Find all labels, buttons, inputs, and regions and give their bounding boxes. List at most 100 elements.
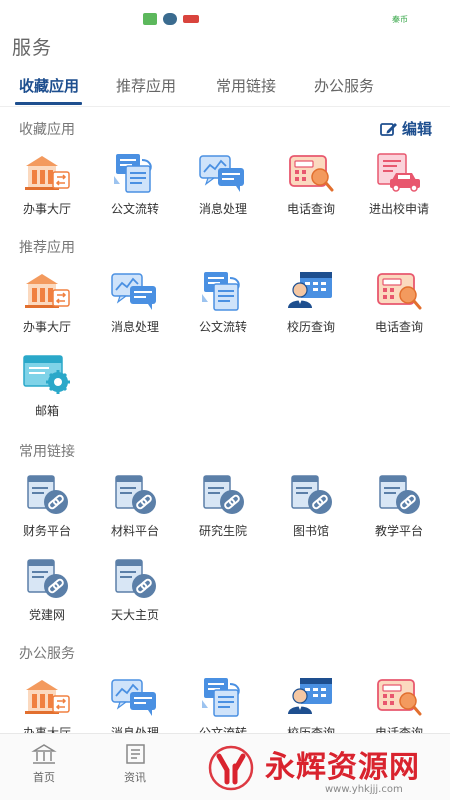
office-item[interactable]: 公文流转 — [179, 674, 267, 733]
document-flow-icon — [202, 272, 240, 311]
links-item[interactable]: 党建网 — [3, 556, 91, 623]
status-icons — [143, 13, 199, 25]
links-item[interactable]: 财务平台 — [3, 472, 91, 539]
building-icon — [25, 680, 70, 714]
favorites-item-label: 电话查询 — [286, 202, 335, 216]
link-doc-icon — [203, 475, 244, 514]
nav-news[interactable]: 资讯 — [105, 742, 165, 785]
nav-news-label: 资讯 — [124, 771, 146, 784]
recommended-item-label: 公文流转 — [198, 320, 247, 334]
recommended-item[interactable]: 公文流转 — [179, 268, 267, 335]
office-item[interactable]: 办事大厅 — [3, 674, 91, 733]
link-doc-icon — [27, 559, 68, 598]
office-item-label: 校历查询 — [286, 726, 335, 733]
favorites-item[interactable]: 消息处理 — [179, 150, 267, 217]
recommended-item[interactable]: 办事大厅 — [3, 268, 91, 335]
office-item-label: 公文流转 — [198, 726, 247, 733]
favorites-item-label: 办事大厅 — [22, 202, 71, 216]
recommended-item-label: 办事大厅 — [22, 320, 71, 334]
home-bank-icon — [31, 744, 57, 764]
tab-links[interactable]: 常用链接 — [216, 75, 276, 96]
edit-icon — [380, 122, 397, 136]
page-title: 服务 — [12, 37, 53, 59]
link-doc-icon — [115, 475, 156, 514]
status-text: 秦币 — [392, 15, 408, 24]
favorites-item-label: 消息处理 — [198, 202, 247, 216]
phone-search-icon — [377, 679, 422, 716]
links-item[interactable]: 研究生院 — [179, 472, 267, 539]
watermark-url: www.yhkjjj.com — [325, 784, 403, 795]
links-item[interactable]: 天大主页 — [91, 556, 179, 623]
building-icon — [25, 274, 70, 308]
tab-favorites[interactable]: 收藏应用 — [19, 75, 79, 96]
calendar-person-icon — [288, 678, 332, 714]
phone-search-icon — [377, 273, 422, 310]
car-pass-icon — [377, 153, 420, 192]
favorites-item-label: 公文流转 — [110, 202, 159, 216]
section-title-links: 常用链接 — [19, 444, 75, 460]
office-item-label: 办事大厅 — [22, 726, 71, 733]
recommended-item-label: 校历查询 — [286, 320, 335, 334]
links-item-label: 党建网 — [28, 608, 65, 622]
nav-home[interactable]: 首页 — [14, 742, 74, 785]
office-item[interactable]: 电话查询 — [355, 674, 443, 733]
wechat-icon — [143, 13, 157, 25]
links-item-label: 图书馆 — [292, 524, 329, 538]
links-item[interactable]: 教学平台 — [355, 472, 443, 539]
office-item[interactable]: 校历查询 — [267, 674, 355, 733]
favorites-item[interactable]: 公文流转 — [91, 150, 179, 217]
links-item-label: 天大主页 — [110, 608, 159, 622]
links-item-label: 研究生院 — [198, 524, 247, 538]
link-doc-icon — [379, 475, 420, 514]
links-item[interactable]: 图书馆 — [267, 472, 355, 539]
nav-home-label: 首页 — [33, 771, 55, 784]
watermark: 永辉资源网 www.yhkjjj.com — [205, 738, 450, 800]
message-icon — [199, 155, 244, 192]
section-title-office: 办公服务 — [19, 646, 75, 662]
active-tab-indicator — [15, 102, 82, 105]
recommended-item[interactable]: 电话查询 — [355, 268, 443, 335]
recommended-item-label: 电话查询 — [374, 320, 423, 334]
link-doc-icon — [27, 475, 68, 514]
office-item-label: 消息处理 — [110, 726, 159, 733]
links-item-label: 财务平台 — [22, 524, 71, 538]
message-icon — [111, 679, 156, 716]
building-icon — [25, 156, 70, 190]
notification-icon — [183, 15, 199, 23]
links-item-label: 教学平台 — [374, 524, 423, 538]
favorites-item[interactable]: 电话查询 — [267, 150, 355, 217]
status-bar: 秦币 — [0, 0, 450, 32]
edit-label: 编辑 — [401, 120, 432, 138]
favorites-item-label: 进出校申请 — [368, 202, 429, 216]
document-flow-icon — [202, 678, 240, 717]
mail-settings-icon — [23, 355, 70, 394]
office-item[interactable]: 消息处理 — [91, 674, 179, 733]
service-content[interactable]: 收藏应用 编辑 办事大厅 公文流转 消息处理 电话查询 进出校申请 推荐应用 办… — [0, 107, 450, 733]
watermark-logo — [208, 745, 254, 791]
section-title-recommended: 推荐应用 — [19, 240, 75, 256]
news-icon — [126, 744, 145, 764]
tab-office[interactable]: 办公服务 — [314, 75, 374, 96]
tab-recommended[interactable]: 推荐应用 — [116, 75, 176, 96]
recommended-item[interactable]: 消息处理 — [91, 268, 179, 335]
message-icon — [111, 273, 156, 310]
links-item-label: 材料平台 — [110, 524, 159, 538]
section-title-favorites: 收藏应用 — [19, 122, 75, 138]
favorites-item[interactable]: 办事大厅 — [3, 150, 91, 217]
links-item[interactable]: 材料平台 — [91, 472, 179, 539]
watermark-text: 永辉资源网 — [265, 750, 420, 785]
link-doc-icon — [115, 559, 156, 598]
tab-bar: 收藏应用 推荐应用 常用链接 办公服务 — [0, 70, 450, 105]
favorites-item[interactable]: 进出校申请 — [355, 150, 443, 217]
link-doc-icon — [291, 475, 332, 514]
app-icon — [163, 13, 177, 25]
edit-button[interactable]: 编辑 — [380, 118, 432, 139]
recommended-item[interactable]: 邮箱 — [3, 352, 91, 419]
recommended-item[interactable]: 校历查询 — [267, 268, 355, 335]
recommended-item-label: 消息处理 — [110, 320, 159, 334]
recommended-item-label: 邮箱 — [34, 404, 59, 418]
phone-search-icon — [289, 155, 334, 192]
calendar-person-icon — [288, 272, 332, 308]
document-flow-icon — [114, 154, 152, 193]
office-item-label: 电话查询 — [374, 726, 423, 733]
